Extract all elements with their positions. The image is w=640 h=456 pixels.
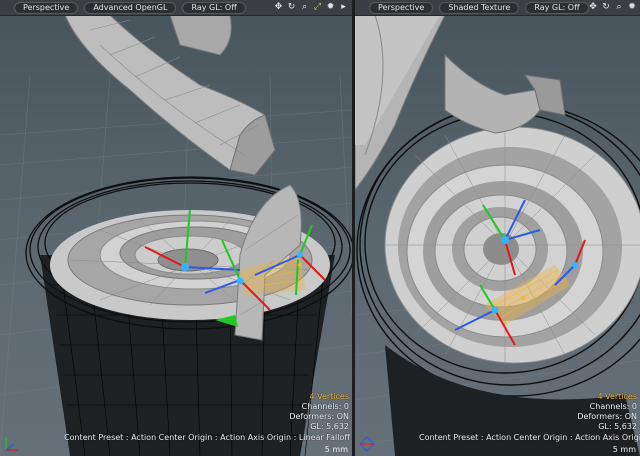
zoom-view-icon[interactable]: ⌕: [300, 3, 309, 12]
selection-count: 4 Vertices: [309, 392, 349, 401]
left-viewport-toolbar: Perspective Advanced OpenGL Ray GL: Off …: [0, 0, 352, 16]
channels-readout: Channels: 0: [589, 402, 637, 411]
spiral-tube: [64, 15, 276, 176]
render-mode-dropdown[interactable]: Advanced OpenGL: [84, 1, 177, 14]
zoom-view-icon[interactable]: ⌕: [615, 3, 624, 12]
settings-gear-icon[interactable]: ✹: [628, 3, 637, 12]
gl-readout: GL: 5,632: [598, 422, 637, 431]
right-3d-scene[interactable]: [355, 15, 640, 456]
right-scale-readout: 5 mm: [612, 445, 636, 454]
right-status-line: Content Preset : Action Center Origin : …: [419, 433, 640, 442]
left-scale-readout: 5 mm: [324, 445, 348, 454]
right-viewport-toolbar: Perspective Shaded Texture Ray GL: Off ✥…: [355, 0, 640, 16]
left-3d-scene[interactable]: [0, 15, 352, 456]
spiral-mesh: [384, 125, 640, 365]
view-mode-dropdown[interactable]: Perspective: [369, 1, 434, 14]
axis-orientation-icon: [359, 436, 375, 452]
move-view-icon[interactable]: ✥: [274, 3, 283, 12]
left-hud: 4 Vertices Channels: 0 Deformers: ON GL:…: [289, 392, 349, 432]
axis-orientation-icon: [5, 438, 18, 451]
deformers-readout: Deformers: ON: [289, 412, 349, 421]
settings-gear-icon[interactable]: ✹: [326, 3, 335, 12]
rotate-view-icon[interactable]: ↻: [287, 3, 296, 12]
render-mode-dropdown[interactable]: Shaded Texture: [439, 1, 520, 14]
view-mode-dropdown[interactable]: Perspective: [14, 1, 79, 14]
right-hud: 4 Vertices Channels: 0 Deformers: ON GL:…: [577, 392, 637, 432]
maximize-view-icon[interactable]: ⤢: [313, 3, 322, 12]
left-status-line: Content Preset : Action Center Origin : …: [64, 433, 352, 442]
selection-count: 4 Vertices: [597, 392, 637, 401]
move-view-icon[interactable]: ✥: [589, 3, 598, 12]
expand-arrow-icon[interactable]: ▸: [339, 3, 348, 12]
right-viewport[interactable]: Perspective Shaded Texture Ray GL: Off ✥…: [355, 0, 640, 456]
raygl-toggle[interactable]: Ray GL: Off: [525, 1, 589, 14]
modo-window: Perspective Advanced OpenGL Ray GL: Off …: [0, 0, 640, 456]
raygl-toggle[interactable]: Ray GL: Off: [182, 1, 246, 14]
gl-readout: GL: 5,632: [310, 422, 349, 431]
left-viewport[interactable]: Perspective Advanced OpenGL Ray GL: Off …: [0, 0, 352, 456]
rotate-view-icon[interactable]: ↻: [602, 3, 611, 12]
deformers-readout: Deformers: ON: [577, 412, 637, 421]
channels-readout: Channels: 0: [301, 402, 349, 411]
